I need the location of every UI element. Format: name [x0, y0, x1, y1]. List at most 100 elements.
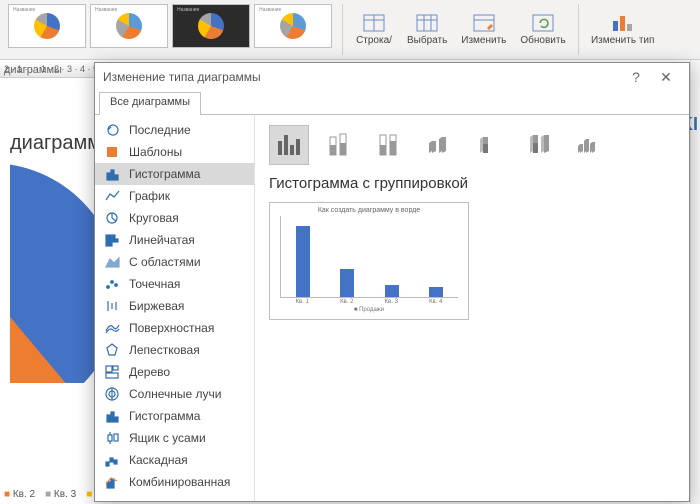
- chart-type-item[interactable]: График: [95, 185, 254, 207]
- chart-type-item[interactable]: Дерево: [95, 361, 254, 383]
- dialog-tabstrip: Все диаграммы: [95, 91, 689, 115]
- type-label: Гистограмма: [129, 167, 200, 181]
- preview-bar: [296, 226, 310, 297]
- chart-type-detail: Гистограмма с группировкой Как создать д…: [255, 115, 689, 501]
- preview-xlabel: Кв. 1: [296, 299, 309, 305]
- chart-type-item[interactable]: Точечная: [95, 273, 254, 295]
- button-label: Строка/: [356, 35, 392, 46]
- refresh-data-button[interactable]: Обновить: [516, 3, 569, 57]
- chart-type-item[interactable]: Круговая: [95, 207, 254, 229]
- table-icon: [362, 13, 386, 33]
- subtype-3d-column[interactable]: [569, 125, 609, 165]
- type-label: Ящик с усами: [129, 431, 206, 445]
- style-thumb[interactable]: Название: [254, 4, 332, 48]
- dialog-titlebar: Изменение типа диаграммы ? ✕: [95, 63, 689, 91]
- type-icon: [105, 453, 121, 467]
- type-label: Точечная: [129, 277, 180, 291]
- chart-type-item[interactable]: Гистограмма: [95, 405, 254, 427]
- chart-type-item[interactable]: Гистограмма: [95, 163, 254, 185]
- subtype-stacked-column[interactable]: [319, 125, 359, 165]
- type-label: Солнечные лучи: [129, 387, 221, 401]
- subtype-3d-100-stacked[interactable]: [519, 125, 559, 165]
- type-label: Комбинированная: [129, 475, 230, 489]
- chart-type-item[interactable]: Солнечные лучи: [95, 383, 254, 405]
- type-icon: [105, 431, 121, 445]
- divider: [342, 4, 343, 55]
- type-icon: [105, 409, 121, 423]
- button-label: Изменить: [461, 35, 506, 46]
- subtype-100-stacked-column[interactable]: [369, 125, 409, 165]
- subtype-3d-stacked[interactable]: [469, 125, 509, 165]
- type-icon: [105, 387, 121, 401]
- subtype-3d-clustered[interactable]: [419, 125, 459, 165]
- chart-type-item[interactable]: Лепестковая: [95, 339, 254, 361]
- subtype-row: [269, 125, 675, 165]
- chart-type-item[interactable]: Биржевая: [95, 295, 254, 317]
- chart-preview[interactable]: Как создать диаграмму в ворде Кв. 1Кв. 2…: [269, 202, 469, 320]
- type-icon: [105, 343, 121, 357]
- type-icon: [105, 365, 121, 379]
- type-label: Последние: [129, 123, 191, 137]
- chart-type-item[interactable]: Линейчатая: [95, 229, 254, 251]
- type-icon: [105, 255, 121, 269]
- style-thumb[interactable]: Название: [90, 4, 168, 48]
- preview-xlabel: Кв. 4: [429, 299, 442, 305]
- type-icon: [105, 321, 121, 335]
- preview-xlabels: Кв. 1Кв. 2Кв. 3Кв. 4: [280, 299, 458, 305]
- type-label: График: [129, 189, 170, 203]
- ribbon-data-group: Строка/ Выбрать Изменить Обновить: [345, 0, 576, 59]
- type-label: Гистограмма: [129, 409, 200, 423]
- legend-item: Кв. 3: [45, 489, 76, 500]
- bar-chart-icon: [611, 13, 635, 33]
- dialog-title: Изменение типа диаграммы: [103, 70, 261, 84]
- type-label: Круговая: [129, 211, 179, 225]
- nav-panel-label: диаграммы: [4, 64, 62, 76]
- button-label: Выбрать: [407, 35, 447, 46]
- table-icon: [415, 13, 439, 33]
- button-label: Обновить: [520, 35, 565, 46]
- type-label: Поверхностная: [129, 321, 214, 335]
- switch-row-col-button[interactable]: Строка/: [351, 3, 397, 57]
- chart-type-item[interactable]: Каскадная: [95, 449, 254, 471]
- preview-bar: [385, 285, 399, 297]
- chart-type-list: Последние Шаблоны Гистограмма График Кругова…: [95, 115, 255, 501]
- chart-type-item[interactable]: С областями: [95, 251, 254, 273]
- chart-type-item[interactable]: Последние: [95, 119, 254, 141]
- refresh-icon: [531, 13, 555, 33]
- subtype-title: Гистограмма с группировкой: [269, 175, 675, 192]
- subtype-clustered-column[interactable]: [269, 125, 309, 165]
- type-icon: [105, 189, 121, 203]
- change-chart-type-button[interactable]: Изменить тип: [587, 3, 659, 57]
- chart-type-item[interactable]: Ящик с усами: [95, 427, 254, 449]
- preview-xlabel: Кв. 2: [340, 299, 353, 305]
- type-label: Дерево: [129, 365, 170, 379]
- type-icon: [105, 475, 121, 489]
- divider: [578, 4, 579, 55]
- chart-type-item[interactable]: Поверхностная: [95, 317, 254, 339]
- ribbon: Название Название Название Название Стро…: [0, 0, 700, 60]
- preview-bar: [340, 269, 354, 297]
- chart-style-gallery[interactable]: Название Название Название Название: [0, 0, 340, 59]
- type-icon: [105, 233, 121, 247]
- chart-type-item[interactable]: Комбинированная: [95, 471, 254, 493]
- type-label: Каскадная: [129, 453, 188, 467]
- ribbon-type-group: Изменить тип: [581, 0, 665, 59]
- type-label: Биржевая: [129, 299, 184, 313]
- select-data-button[interactable]: Выбрать: [403, 3, 451, 57]
- type-label: Лепестковая: [129, 343, 200, 357]
- edit-data-button[interactable]: Изменить: [457, 3, 510, 57]
- style-thumb[interactable]: Название: [172, 4, 250, 48]
- help-button[interactable]: ?: [621, 69, 651, 85]
- close-button[interactable]: ✕: [651, 69, 681, 86]
- preview-legend: ■ Продажи: [274, 307, 464, 313]
- preview-bar: [429, 287, 443, 297]
- type-icon: [105, 299, 121, 313]
- chart-type-item[interactable]: Шаблоны: [95, 141, 254, 163]
- tab-all-charts[interactable]: Все диаграммы: [99, 92, 201, 115]
- type-label: Линейчатая: [129, 233, 195, 247]
- type-icon: [105, 167, 121, 181]
- type-icon: [105, 277, 121, 291]
- type-label: С областями: [129, 255, 201, 269]
- style-thumb[interactable]: Название: [8, 4, 86, 48]
- change-chart-type-dialog: Изменение типа диаграммы ? ✕ Все диаграм…: [94, 62, 690, 502]
